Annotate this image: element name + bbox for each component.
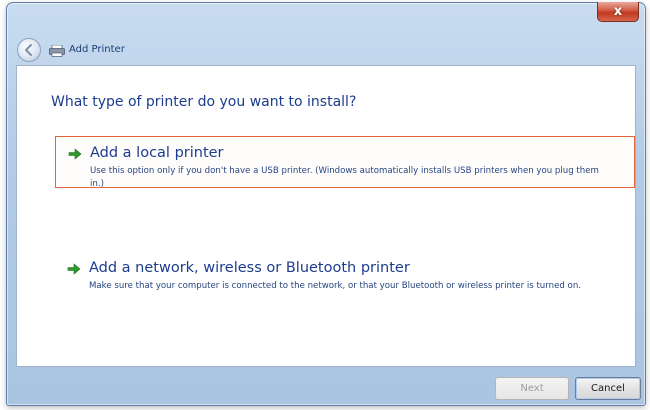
option-description: Make sure that your computer is connecte… [89, 281, 581, 291]
navigation-bar: Add Printer [7, 31, 645, 65]
green-arrow-icon [67, 263, 81, 275]
option-title: Add a network, wireless or Bluetooth pri… [89, 260, 410, 276]
option-add-network-printer[interactable]: Add a network, wireless or Bluetooth pri… [55, 252, 635, 304]
content-panel: What type of printer do you want to inst… [16, 65, 636, 367]
dialog-footer: Next Cancel [7, 369, 645, 405]
close-icon: x [613, 4, 623, 19]
green-arrow-icon [68, 148, 82, 160]
next-button[interactable]: Next [495, 377, 569, 400]
back-button[interactable] [17, 38, 41, 62]
option-add-local-printer[interactable]: Add a local printer Use this option only… [55, 136, 635, 189]
option-description: Use this option only if you don't have a… [90, 166, 599, 189]
printer-icon [49, 45, 65, 57]
add-printer-dialog: x Add Printer What type of printer do yo… [6, 2, 646, 406]
cancel-button[interactable]: Cancel [575, 377, 641, 400]
close-button[interactable]: x [597, 2, 639, 22]
window-title: Add Printer [69, 44, 125, 55]
page-heading: What type of printer do you want to inst… [51, 94, 357, 110]
option-title: Add a local printer [90, 145, 224, 161]
back-arrow-icon [25, 44, 32, 56]
